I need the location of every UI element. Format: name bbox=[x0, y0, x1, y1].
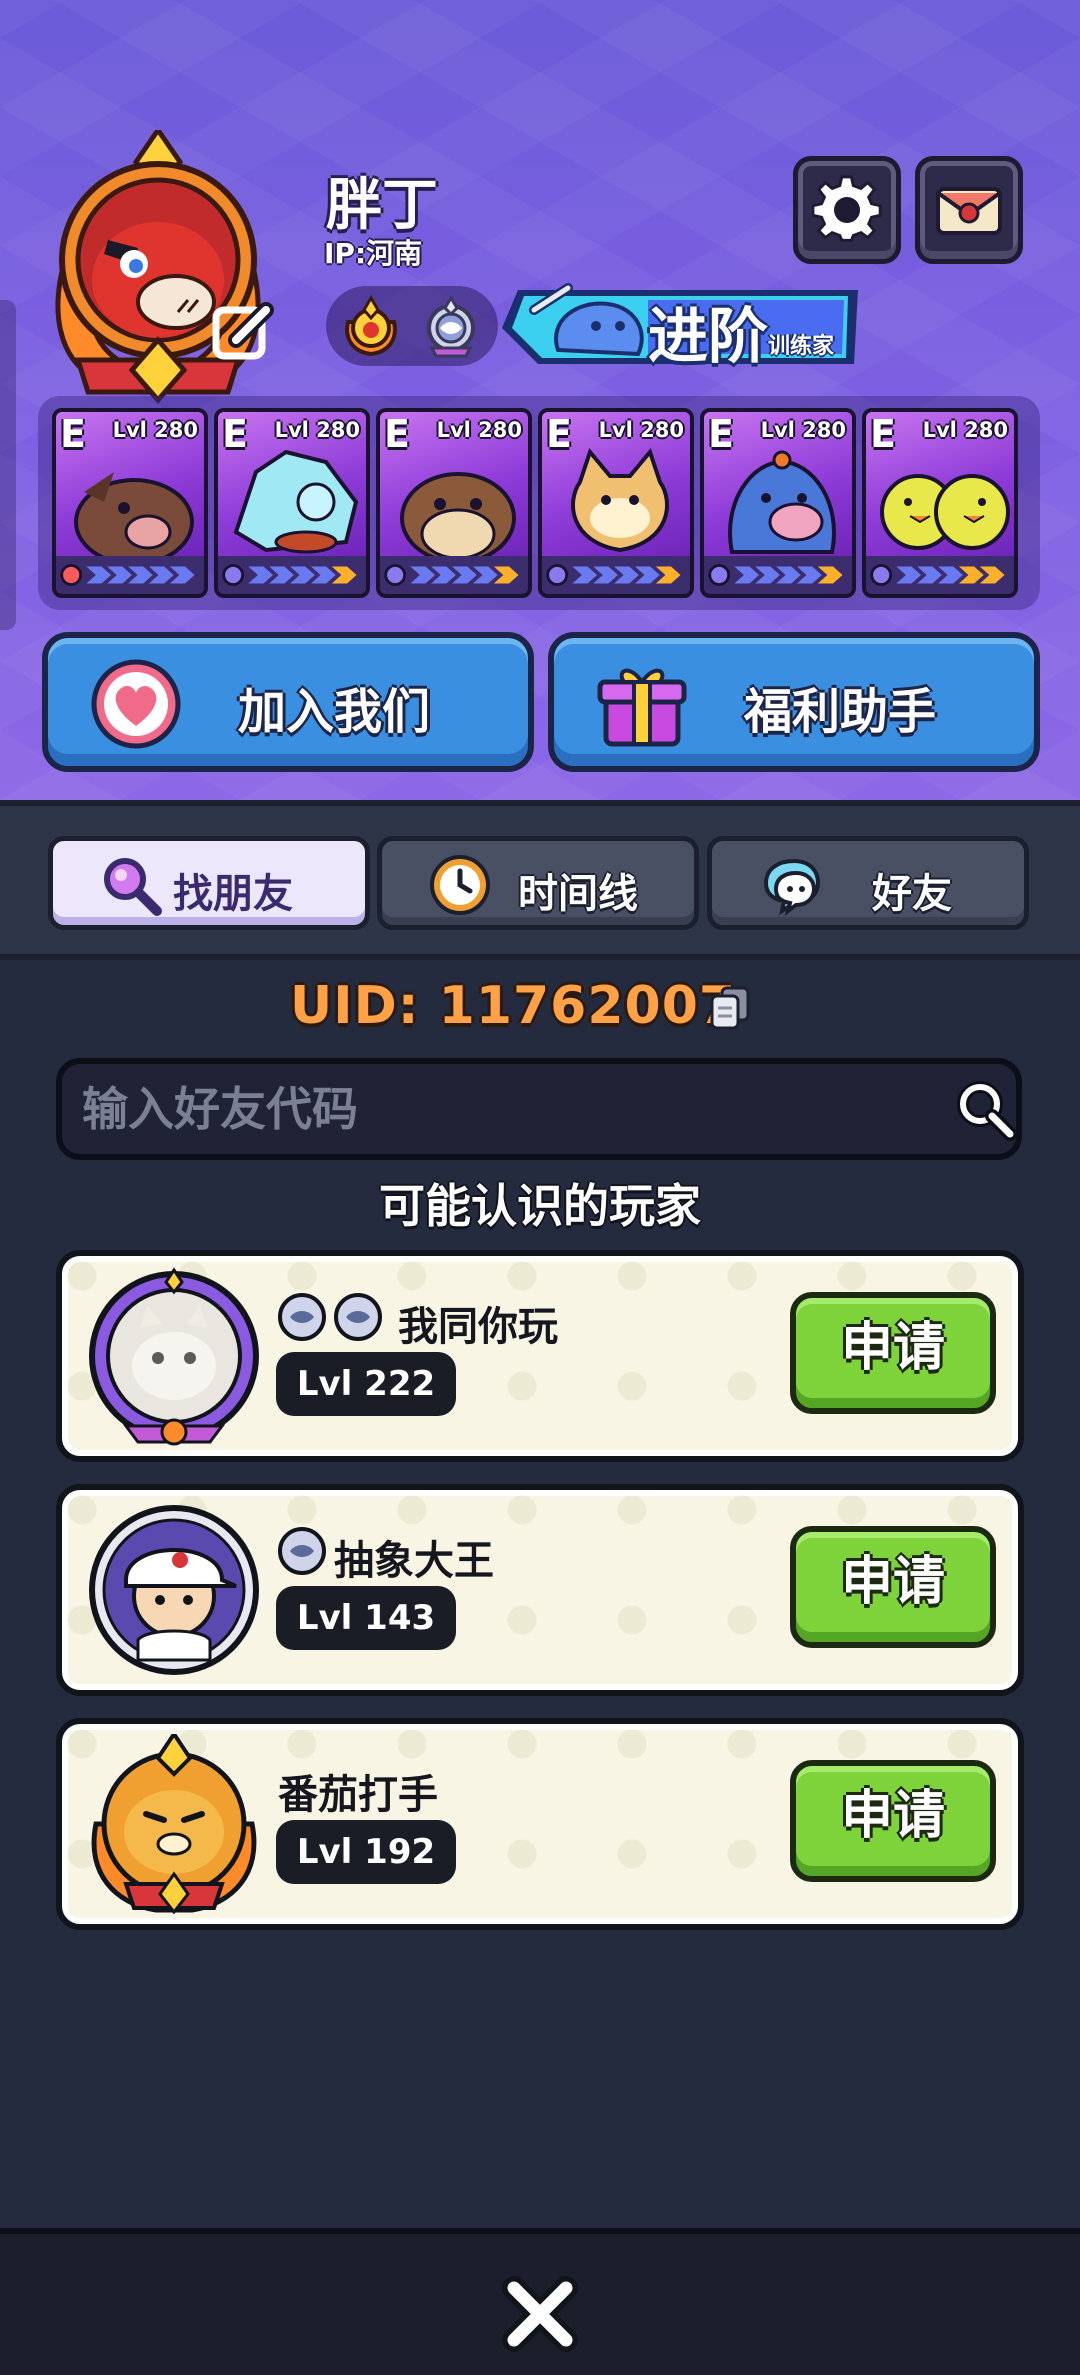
team-cards-panel: E Lvl 280 E Lvl 280 E Lvl 280 E Lvl 280 … bbox=[38, 396, 1040, 610]
friend-code-input[interactable] bbox=[82, 1074, 942, 1144]
gift-icon bbox=[597, 668, 687, 747]
tab-friends[interactable]: 好友 bbox=[707, 836, 1029, 930]
heart-icon bbox=[91, 659, 181, 749]
player-avatar-tiger bbox=[91, 1734, 257, 1914]
player-name: 抽象大王 bbox=[334, 1538, 494, 1584]
player-level-badge: Lvl 143 bbox=[276, 1586, 456, 1650]
tab-find-friends[interactable]: 找朋友 bbox=[48, 836, 370, 930]
player-name: 胖丁 bbox=[326, 173, 438, 238]
yellow-chicks-creature-icon bbox=[880, 474, 1010, 550]
card-star-row bbox=[56, 556, 204, 594]
search-icon[interactable] bbox=[954, 1078, 1018, 1142]
card-grade: E bbox=[546, 412, 572, 456]
apply-label: 申请 bbox=[840, 1552, 945, 1612]
join-us-button[interactable]: 加入我们 bbox=[42, 632, 534, 772]
magnifier-icon bbox=[104, 858, 162, 916]
advance-label: 进阶 bbox=[648, 302, 768, 372]
card-level: Lvl 280 bbox=[760, 418, 846, 442]
fish-badge-icon bbox=[278, 1293, 326, 1341]
card-level: Lvl 280 bbox=[922, 418, 1008, 442]
welfare-assistant-button[interactable]: 福利助手 bbox=[548, 632, 1040, 772]
player-name: 我同你玩 bbox=[398, 1304, 558, 1350]
team-card[interactable]: E Lvl 280 bbox=[700, 408, 856, 598]
card-grade: E bbox=[222, 412, 248, 456]
profile-header: 胖丁 IP:河南 进阶 训练家 E Lvl 280 E Lvl 280 E Lv… bbox=[0, 0, 1080, 800]
mail-button[interactable] bbox=[915, 156, 1023, 264]
envelope-icon bbox=[936, 187, 1002, 235]
gear-icon bbox=[812, 175, 882, 242]
card-grade: E bbox=[60, 412, 86, 456]
player-avatar-cat bbox=[89, 1267, 259, 1446]
suggested-player-card: 番茄打手 Lvl 192 申请 bbox=[56, 1718, 1024, 1930]
card-level: Lvl 280 bbox=[598, 418, 684, 442]
apply-label: 申请 bbox=[840, 1786, 945, 1846]
clock-icon bbox=[430, 855, 490, 915]
card-star-row bbox=[218, 556, 366, 594]
card-star-row bbox=[866, 556, 1014, 594]
apply-button[interactable]: 申请 bbox=[790, 1292, 996, 1414]
chat-bubble-icon bbox=[763, 858, 821, 916]
fish-badge-icon bbox=[334, 1293, 382, 1341]
friend-code-search bbox=[56, 1058, 1022, 1160]
card-grade: E bbox=[708, 412, 734, 456]
copy-icon[interactable] bbox=[708, 984, 752, 1032]
card-level: Lvl 280 bbox=[112, 418, 198, 442]
join-us-label: 加入我们 bbox=[238, 684, 431, 740]
settings-button[interactable] bbox=[793, 156, 901, 264]
player-level-badge: Lvl 192 bbox=[276, 1820, 456, 1884]
apply-label: 申请 bbox=[840, 1318, 945, 1378]
suggested-player-card: 抽象大王 Lvl 143 申请 bbox=[56, 1484, 1024, 1696]
team-card[interactable]: E Lvl 280 bbox=[52, 408, 208, 598]
team-card[interactable]: E Lvl 280 bbox=[214, 408, 370, 598]
card-star-row bbox=[380, 556, 528, 594]
team-card[interactable]: E Lvl 280 bbox=[862, 408, 1018, 598]
player-level: Lvl 143 bbox=[296, 1598, 436, 1638]
card-level: Lvl 280 bbox=[274, 418, 360, 442]
card-star-row bbox=[704, 556, 852, 594]
tab-timeline[interactable]: 时间线 bbox=[377, 836, 699, 930]
tab-friends-label: 好友 bbox=[872, 871, 952, 917]
card-star-row bbox=[542, 556, 690, 594]
card-grade: E bbox=[870, 412, 896, 456]
otter-creature-icon bbox=[400, 472, 516, 562]
player-level-badge: Lvl 222 bbox=[276, 1352, 456, 1416]
crystal-shell-creature-icon bbox=[233, 449, 359, 554]
tab-bar: 找朋友 时间线 好友 bbox=[0, 800, 1080, 960]
suggested-player-card: 我同你玩 Lvl 222 申请 bbox=[56, 1250, 1024, 1462]
team-card[interactable]: E Lvl 280 bbox=[376, 408, 532, 598]
edit-avatar-icon[interactable] bbox=[210, 300, 276, 366]
side-drawer-handle[interactable] bbox=[0, 300, 16, 630]
close-button[interactable] bbox=[500, 2274, 580, 2354]
player-avatar-trainer bbox=[89, 1505, 259, 1675]
advance-sublabel: 训练家 bbox=[768, 334, 835, 359]
player-level: Lvl 192 bbox=[296, 1832, 436, 1872]
silver-fish-badge-icon bbox=[427, 295, 475, 358]
card-level: Lvl 280 bbox=[436, 418, 522, 442]
card-grade: E bbox=[384, 412, 410, 456]
uid-text: UID: 11762007 bbox=[290, 976, 737, 1036]
advance-trainer-banner[interactable]: 进阶 训练家 bbox=[498, 280, 866, 372]
uid-row: UID: 11762007 bbox=[0, 976, 1080, 1046]
bottom-bar bbox=[0, 2228, 1080, 2375]
gold-crown-badge-icon bbox=[345, 295, 397, 357]
player-level: Lvl 222 bbox=[296, 1364, 436, 1404]
tab-find-friends-label: 找朋友 bbox=[173, 871, 293, 917]
boar-creature-icon bbox=[74, 472, 194, 562]
apply-button[interactable]: 申请 bbox=[790, 1526, 996, 1648]
tab-timeline-label: 时间线 bbox=[518, 871, 638, 917]
badge-pill[interactable] bbox=[326, 286, 498, 366]
fox-cat-creature-icon bbox=[571, 447, 669, 553]
player-name: 番茄打手 bbox=[278, 1772, 438, 1818]
blue-walrus-creature-icon bbox=[728, 450, 836, 554]
welfare-assistant-label: 福利助手 bbox=[744, 684, 937, 740]
close-icon bbox=[502, 2276, 578, 2352]
apply-button[interactable]: 申请 bbox=[790, 1760, 996, 1882]
player-ip-location: IP:河南 bbox=[324, 237, 423, 270]
suggested-players-title: 可能认识的玩家 bbox=[379, 1179, 701, 1233]
player-avatar[interactable] bbox=[38, 125, 278, 410]
fish-badge-icon bbox=[278, 1527, 326, 1575]
team-card[interactable]: E Lvl 280 bbox=[538, 408, 694, 598]
